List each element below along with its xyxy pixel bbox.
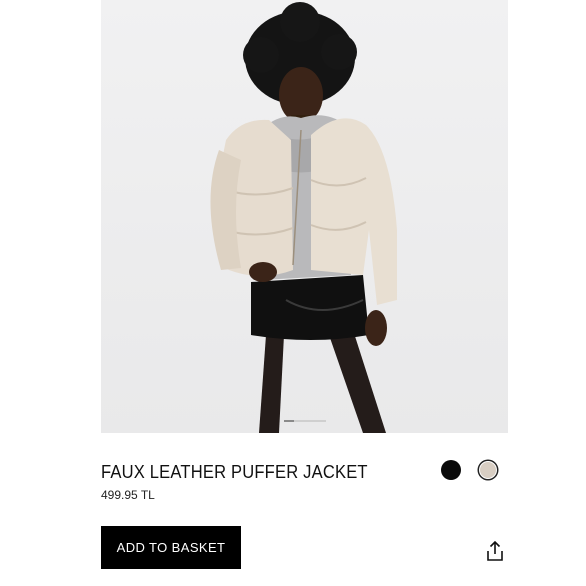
add-to-basket-button[interactable]: ADD TO BASKET: [101, 526, 241, 569]
color-swatch-beige[interactable]: [479, 461, 497, 479]
product-image[interactable]: [101, 0, 508, 433]
color-swatch-black[interactable]: [441, 460, 461, 480]
product-price: 499.95 TL: [101, 488, 155, 502]
product-title: FAUX LEATHER PUFFER JACKET: [101, 462, 368, 482]
carousel-indicator-active: [284, 420, 294, 422]
color-swatches: [441, 460, 497, 480]
share-icon[interactable]: [484, 540, 506, 562]
product-page: FAUX LEATHER PUFFER JACKET 499.95 TL ADD…: [0, 0, 586, 586]
carousel-indicator[interactable]: [284, 420, 326, 422]
